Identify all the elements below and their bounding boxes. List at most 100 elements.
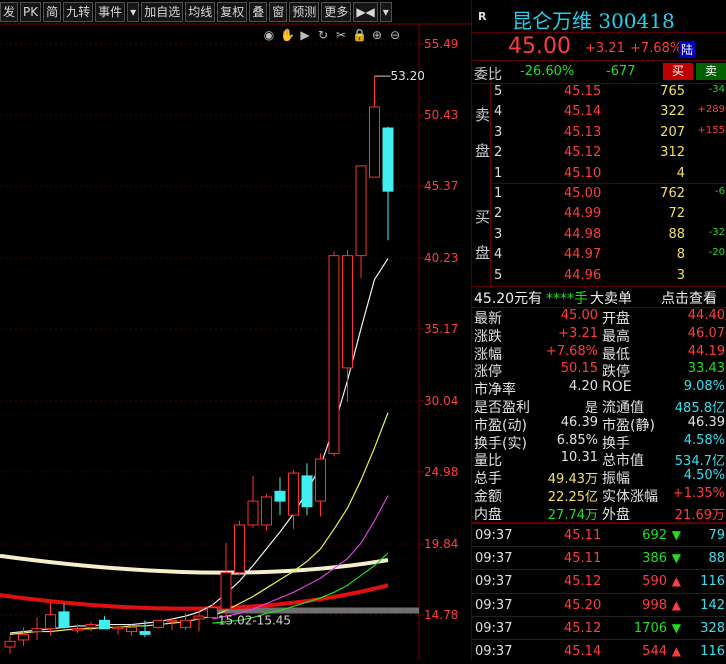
- candle-body: [369, 106, 380, 178]
- stats-row: 最新 45.00 开盘 44.40: [472, 308, 726, 327]
- stat-value: +3.21: [558, 325, 598, 341]
- arrow-up-icon: ▲: [671, 597, 681, 612]
- eye-icon[interactable]: ◉: [262, 28, 276, 42]
- candle-body: [153, 619, 164, 628]
- stat-value: 46.39: [560, 414, 598, 430]
- zoom-out-icon[interactable]: ⊖: [388, 28, 402, 42]
- stat-value: +7.68%: [545, 343, 598, 359]
- lock-icon[interactable]: 🔒: [352, 28, 367, 42]
- tick-count: 79: [708, 528, 725, 543]
- order-volume: 762: [660, 186, 685, 201]
- stat-value: 44.40: [687, 308, 725, 323]
- arrow-up-icon: ▲: [671, 574, 681, 589]
- order-delta: -32: [708, 226, 725, 238]
- toolbar-button-6[interactable]: 加自选: [141, 2, 184, 22]
- kline-chart[interactable]: 55.49 50.43 45.37 40.23 35.17 30.04 24.98 19.84…: [0, 0, 471, 660]
- toolbar-button-13[interactable]: ▶◀: [353, 2, 378, 22]
- ask-row[interactable]: 2 45.12 312: [472, 143, 726, 163]
- toolbar-button-5[interactable]: ▾: [127, 2, 140, 22]
- order-price: 45.10: [564, 165, 602, 181]
- tick-time: 09:37: [475, 597, 513, 613]
- price-label: 50.43: [424, 108, 458, 122]
- stats-row: 换手(实) 6.85% 换手 4.58%: [472, 432, 726, 452]
- chart-tools: ◉ ✋ ▶ ↻ ✂ 🔒 ⊕ ⊖: [262, 28, 402, 42]
- price-label: 45.37: [424, 179, 458, 193]
- ask-row[interactable]: 5 45.15 765 -34: [472, 82, 726, 102]
- order-delta: +289: [697, 104, 725, 116]
- order-price: 44.97: [564, 247, 602, 263]
- bid-row[interactable]: 4 44.97 8 -20: [472, 245, 726, 265]
- stat-label: ROE: [602, 379, 632, 396]
- big-order-row[interactable]: 45.20元有 ****手 大卖单 点击查看: [472, 286, 726, 308]
- order-volume: 312: [660, 145, 685, 161]
- tick-volume: 692: [642, 528, 667, 543]
- refresh-icon[interactable]: ↻: [316, 28, 330, 42]
- bid-row[interactable]: 3 44.98 88 -32: [472, 225, 726, 245]
- toolbar-button-14[interactable]: ▾: [379, 2, 392, 22]
- toolbar-button-9[interactable]: 叠: [249, 2, 268, 22]
- bid-row[interactable]: 5 44.96 3: [472, 266, 726, 286]
- ask-row[interactable]: 1 45.10 4: [472, 164, 726, 184]
- toolbar-button-8[interactable]: 复权: [217, 2, 248, 22]
- candle-body: [72, 628, 83, 631]
- tick-count: 116: [700, 644, 725, 659]
- order-volume: 322: [660, 104, 685, 120]
- ask-row[interactable]: 3 45.13 207 +155: [472, 123, 726, 143]
- play-icon[interactable]: ▶: [298, 28, 312, 42]
- candle-body: [18, 633, 29, 641]
- toolbar-button-0[interactable]: 发: [0, 2, 19, 22]
- stock-title[interactable]: 昆仑万维 300418: [512, 5, 675, 34]
- toolbar-button-2[interactable]: 简: [43, 2, 62, 22]
- toolbar-button-10[interactable]: 窗: [269, 2, 288, 22]
- stat-value: 10.31: [560, 450, 598, 466]
- stat-value: 33.43: [687, 361, 725, 377]
- scissors-icon[interactable]: ✂: [334, 28, 348, 42]
- tick-price: 45.14: [564, 644, 602, 659]
- candle-body: [85, 624, 97, 628]
- bid-row[interactable]: 1 45.00 762 -6: [472, 184, 726, 204]
- toolbar-button-3[interactable]: 九转: [63, 2, 94, 22]
- toolbar-button-12[interactable]: 更多: [321, 2, 352, 22]
- stat-value: 50.15: [560, 361, 598, 377]
- buy-label-top: 买: [475, 208, 491, 226]
- high-marker-label: 53.20: [391, 69, 425, 83]
- price-label: 19.84: [424, 537, 458, 551]
- order-delta: -34: [708, 84, 725, 95]
- tick-volume: 998: [642, 597, 667, 613]
- toolbar-button-4[interactable]: 事件: [95, 2, 126, 22]
- stats-grid: 最新 45.00 开盘 44.40 涨跌 +3.21 最高 46.07 涨幅 +7.68% 最低 44…: [472, 308, 726, 523]
- big-order-link[interactable]: 点击查看: [661, 288, 717, 308]
- stat-value: 是: [584, 401, 598, 416]
- ask-row[interactable]: 4 45.14 322 +289: [472, 102, 726, 122]
- big-order-price: 45.20元有: [474, 291, 543, 307]
- level: 5: [494, 84, 503, 99]
- candle-body: [274, 490, 286, 502]
- stat-value: 4.50%: [683, 468, 725, 484]
- order-volume: 8: [676, 247, 685, 263]
- candle-body: [99, 619, 110, 630]
- level: 4: [494, 247, 503, 263]
- candle-body: [288, 472, 299, 516]
- candle-body: [139, 631, 151, 635]
- candle-body: [220, 572, 232, 610]
- toolbar-button-7[interactable]: 均线: [185, 2, 216, 22]
- toolbar-button-1[interactable]: PK: [20, 2, 42, 22]
- hand-icon[interactable]: ✋: [280, 28, 295, 42]
- sell-button[interactable]: 卖: [696, 63, 726, 80]
- stats-row: 涨停 50.15 跌停 33.43: [472, 361, 726, 380]
- tick-count: 142: [700, 597, 725, 613]
- red-band: [0, 583, 389, 611]
- tick-time: 09:37: [475, 528, 513, 543]
- buy-button[interactable]: 买: [663, 63, 693, 80]
- candle-body: [166, 619, 178, 623]
- stat-value: 4.58%: [683, 432, 725, 448]
- stat-value: 49.43万: [547, 472, 598, 488]
- level: 5: [494, 267, 503, 283]
- order-price: 44.96: [564, 267, 602, 283]
- toolbar-button-11[interactable]: 预测: [289, 2, 320, 22]
- zoom-in-icon[interactable]: ⊕: [370, 28, 384, 42]
- candle-body: [247, 500, 259, 526]
- order-volume: 765: [660, 84, 685, 99]
- bid-row[interactable]: 2 44.99 72: [472, 204, 726, 224]
- tick-volume: 1706: [633, 620, 667, 636]
